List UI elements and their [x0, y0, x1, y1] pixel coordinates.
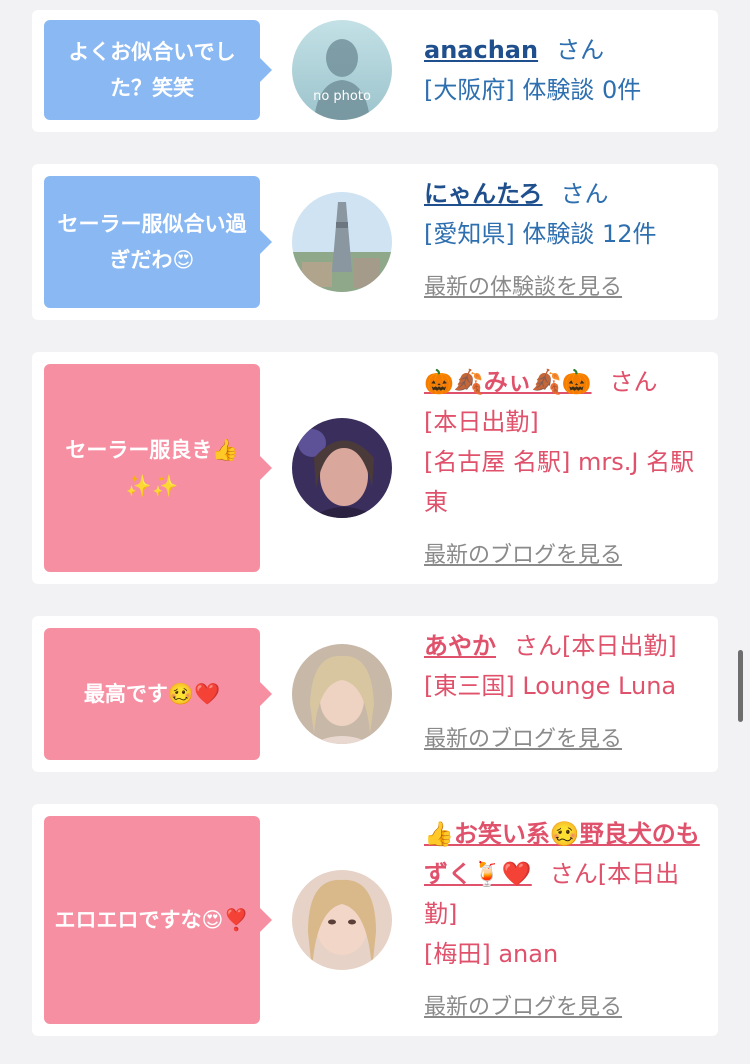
latest-blog-link[interactable]: 最新のブログを見る — [424, 995, 622, 1020]
user-prefecture-reviews: [大阪府] 体験談 0件 — [424, 76, 642, 104]
avatar[interactable] — [292, 418, 392, 518]
cast-info: 🎃🍂みぃ🍂🎃 さん [本日出勤] [名古屋 名駅] mrs.J 名駅東 最新のブロ… — [424, 362, 702, 576]
comment-card: 最高です🥴❤️ あやか さん[本日出勤] [東三国] Lounge Luna 最新… — [32, 616, 718, 772]
comment-text: セーラー服良き👍✨✨ — [65, 438, 239, 498]
avatar-no-photo[interactable]: no photo — [292, 20, 392, 120]
comment-text: エロエロですな😍❣️ — [54, 908, 250, 932]
cast-name-link[interactable]: あやか — [424, 632, 496, 660]
user-info: にゃんたろ さん [愛知県] 体験談 12件 最新の体験談を見る — [424, 174, 702, 308]
comment-bubble: 最高です🥴❤️ — [44, 628, 272, 760]
honorific: さん — [556, 36, 605, 64]
scrollbar[interactable] — [738, 650, 743, 722]
comment-card: セーラー服似合い過ぎだわ😍 にゃんたろ さん [愛知県] 体験談 12件 最新の体… — [32, 164, 718, 320]
avatar[interactable] — [292, 644, 392, 744]
user-name-link[interactable]: anachan — [424, 36, 538, 64]
comment-text: セーラー服似合い過ぎだわ😍 — [57, 212, 247, 272]
latest-blog-link[interactable]: 最新のブログを見る — [424, 543, 622, 568]
shop-location: [名古屋 名駅] mrs.J 名駅東 — [424, 448, 695, 516]
user-info: anachan さん [大阪府] 体験談 0件 — [424, 30, 702, 110]
comment-bubble: エロエロですな😍❣️ — [44, 816, 272, 1024]
comment-card: エロエロですな😍❣️ 👍お笑い系🥴野良犬のもずく🍹❤️ さん[本日出勤] [梅田]… — [32, 804, 718, 1036]
shop-location: [東三国] Lounge Luna — [424, 672, 677, 700]
honorific: さん — [560, 180, 609, 208]
cast-info: あやか さん[本日出勤] [東三国] Lounge Luna 最新のブログを見る — [424, 626, 702, 760]
comment-text: よくお似合いでした？笑笑 — [68, 40, 236, 100]
comment-bubble: よくお似合いでした？笑笑 — [44, 20, 272, 120]
comment-bubble: セーラー服良き👍✨✨ — [44, 364, 272, 572]
work-status: [本日出勤] — [424, 408, 539, 436]
latest-reviews-link[interactable]: 最新の体験談を見る — [424, 275, 622, 300]
comment-card: セーラー服良き👍✨✨ 🎃🍂みぃ🍂🎃 さん [本日出勤] [名古屋 名駅] mrs.… — [32, 352, 718, 584]
avatar[interactable] — [292, 192, 392, 292]
user-prefecture-reviews: [愛知県] 体験談 12件 — [424, 220, 657, 248]
shop-location: [梅田] anan — [424, 940, 559, 968]
comment-text: 最高です🥴❤️ — [83, 682, 221, 706]
comment-bubble: セーラー服似合い過ぎだわ😍 — [44, 176, 272, 308]
honorific: さん — [609, 368, 658, 396]
cast-name-link[interactable]: 🎃🍂みぃ🍂🎃 — [424, 368, 592, 396]
avatar[interactable] — [292, 870, 392, 970]
comment-card: よくお似合いでした？笑笑 no photo anachan さん [大阪府] 体験… — [32, 10, 718, 132]
cast-info: 👍お笑い系🥴野良犬のもずく🍹❤️ さん[本日出勤] [梅田] anan 最新のブロ… — [424, 814, 702, 1028]
latest-blog-link[interactable]: 最新のブログを見る — [424, 727, 622, 752]
honorific-status: さん[本日出勤] — [514, 632, 677, 660]
user-name-link[interactable]: にゃんたろ — [424, 180, 543, 208]
no-photo-label: no photo — [313, 89, 371, 104]
